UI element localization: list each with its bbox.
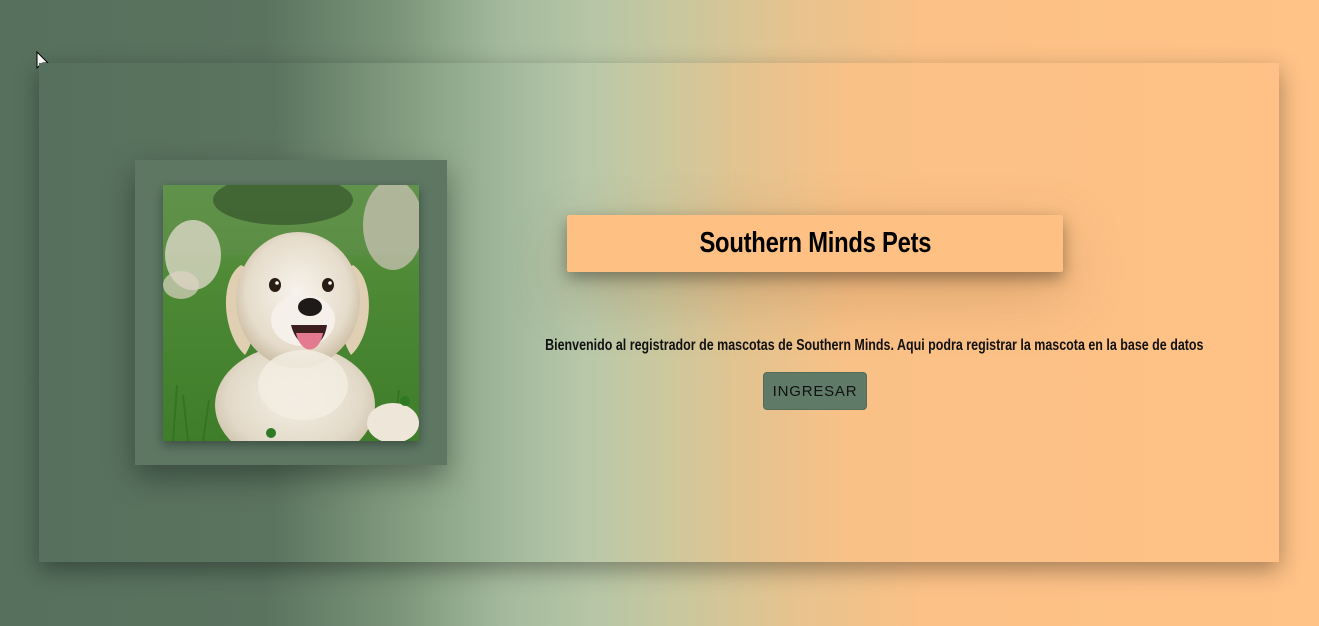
welcome-card: Southern Minds Pets Bienvenido al regist… bbox=[39, 63, 1279, 562]
enter-button[interactable]: INGRESAR bbox=[763, 372, 867, 410]
puppy-illustration bbox=[163, 185, 419, 441]
page-title: Southern Minds Pets bbox=[699, 227, 931, 259]
title-box: Southern Minds Pets bbox=[567, 215, 1063, 272]
puppy-image bbox=[163, 185, 419, 441]
welcome-text: Bienvenido al registrador de mascotas de… bbox=[545, 337, 1204, 354]
photo-frame bbox=[135, 160, 447, 465]
